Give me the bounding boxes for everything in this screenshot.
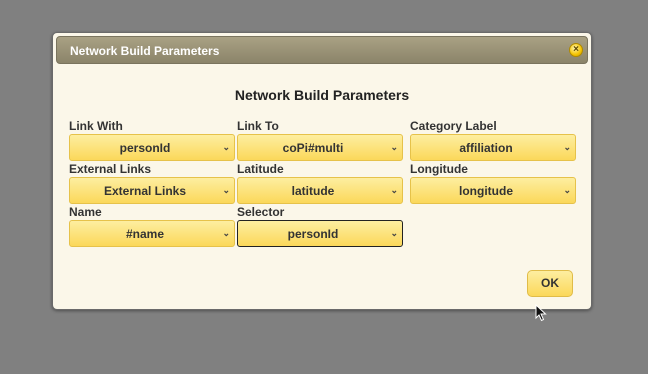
external-links-value: External Links — [103, 184, 187, 198]
chevron-down-icon: ⌄ — [563, 185, 571, 195]
category-label-value: affiliation — [459, 141, 513, 155]
link-to-select[interactable]: coPi#multi ⌄ — [237, 134, 403, 161]
ok-button[interactable]: OK — [527, 270, 573, 297]
dialog-heading: Network Build Parameters — [234, 87, 410, 103]
latitude-value: latitude — [291, 184, 335, 198]
longitude-label: Longitude — [410, 162, 468, 176]
latitude-label: Latitude — [237, 162, 284, 176]
name-value: #name — [125, 227, 165, 241]
longitude-value: longitude — [459, 184, 513, 198]
chevron-down-icon: ⌄ — [563, 142, 571, 152]
close-icon[interactable]: × — [569, 43, 583, 57]
mouse-pointer-icon — [535, 304, 547, 322]
dialog-title: Network Build Parameters — [70, 44, 220, 58]
dialog-titlebar[interactable]: Network Build Parameters × — [56, 36, 588, 64]
chevron-down-icon: ⌄ — [222, 142, 230, 152]
external-links-select[interactable]: External Links ⌄ — [69, 177, 235, 204]
link-to-label: Link To — [237, 119, 279, 133]
chevron-down-icon: ⌄ — [390, 185, 398, 195]
external-links-label: External Links — [69, 162, 152, 176]
category-label-select[interactable]: affiliation ⌄ — [410, 134, 576, 161]
network-build-dialog: Network Build Parameters × Network Build… — [52, 32, 592, 310]
chevron-down-icon: ⌄ — [390, 142, 398, 152]
longitude-select[interactable]: longitude ⌄ — [410, 177, 576, 204]
selector-value: personId — [287, 227, 339, 241]
latitude-select[interactable]: latitude ⌄ — [237, 177, 403, 204]
name-select[interactable]: #name ⌄ — [69, 220, 235, 247]
name-label: Name — [69, 205, 102, 219]
chevron-down-icon: ⌄ — [222, 185, 230, 195]
link-with-select[interactable]: personId ⌄ — [69, 134, 235, 161]
selector-label: Selector — [237, 205, 285, 219]
category-label-label: Category Label — [410, 119, 497, 133]
selector-select[interactable]: personId ⌄ — [237, 220, 403, 247]
link-to-value: coPi#multi — [282, 141, 344, 155]
link-with-label: Link With — [69, 119, 123, 133]
chevron-down-icon: ⌄ — [222, 228, 230, 238]
link-with-value: personId — [119, 141, 171, 155]
chevron-down-icon: ⌄ — [390, 228, 398, 238]
